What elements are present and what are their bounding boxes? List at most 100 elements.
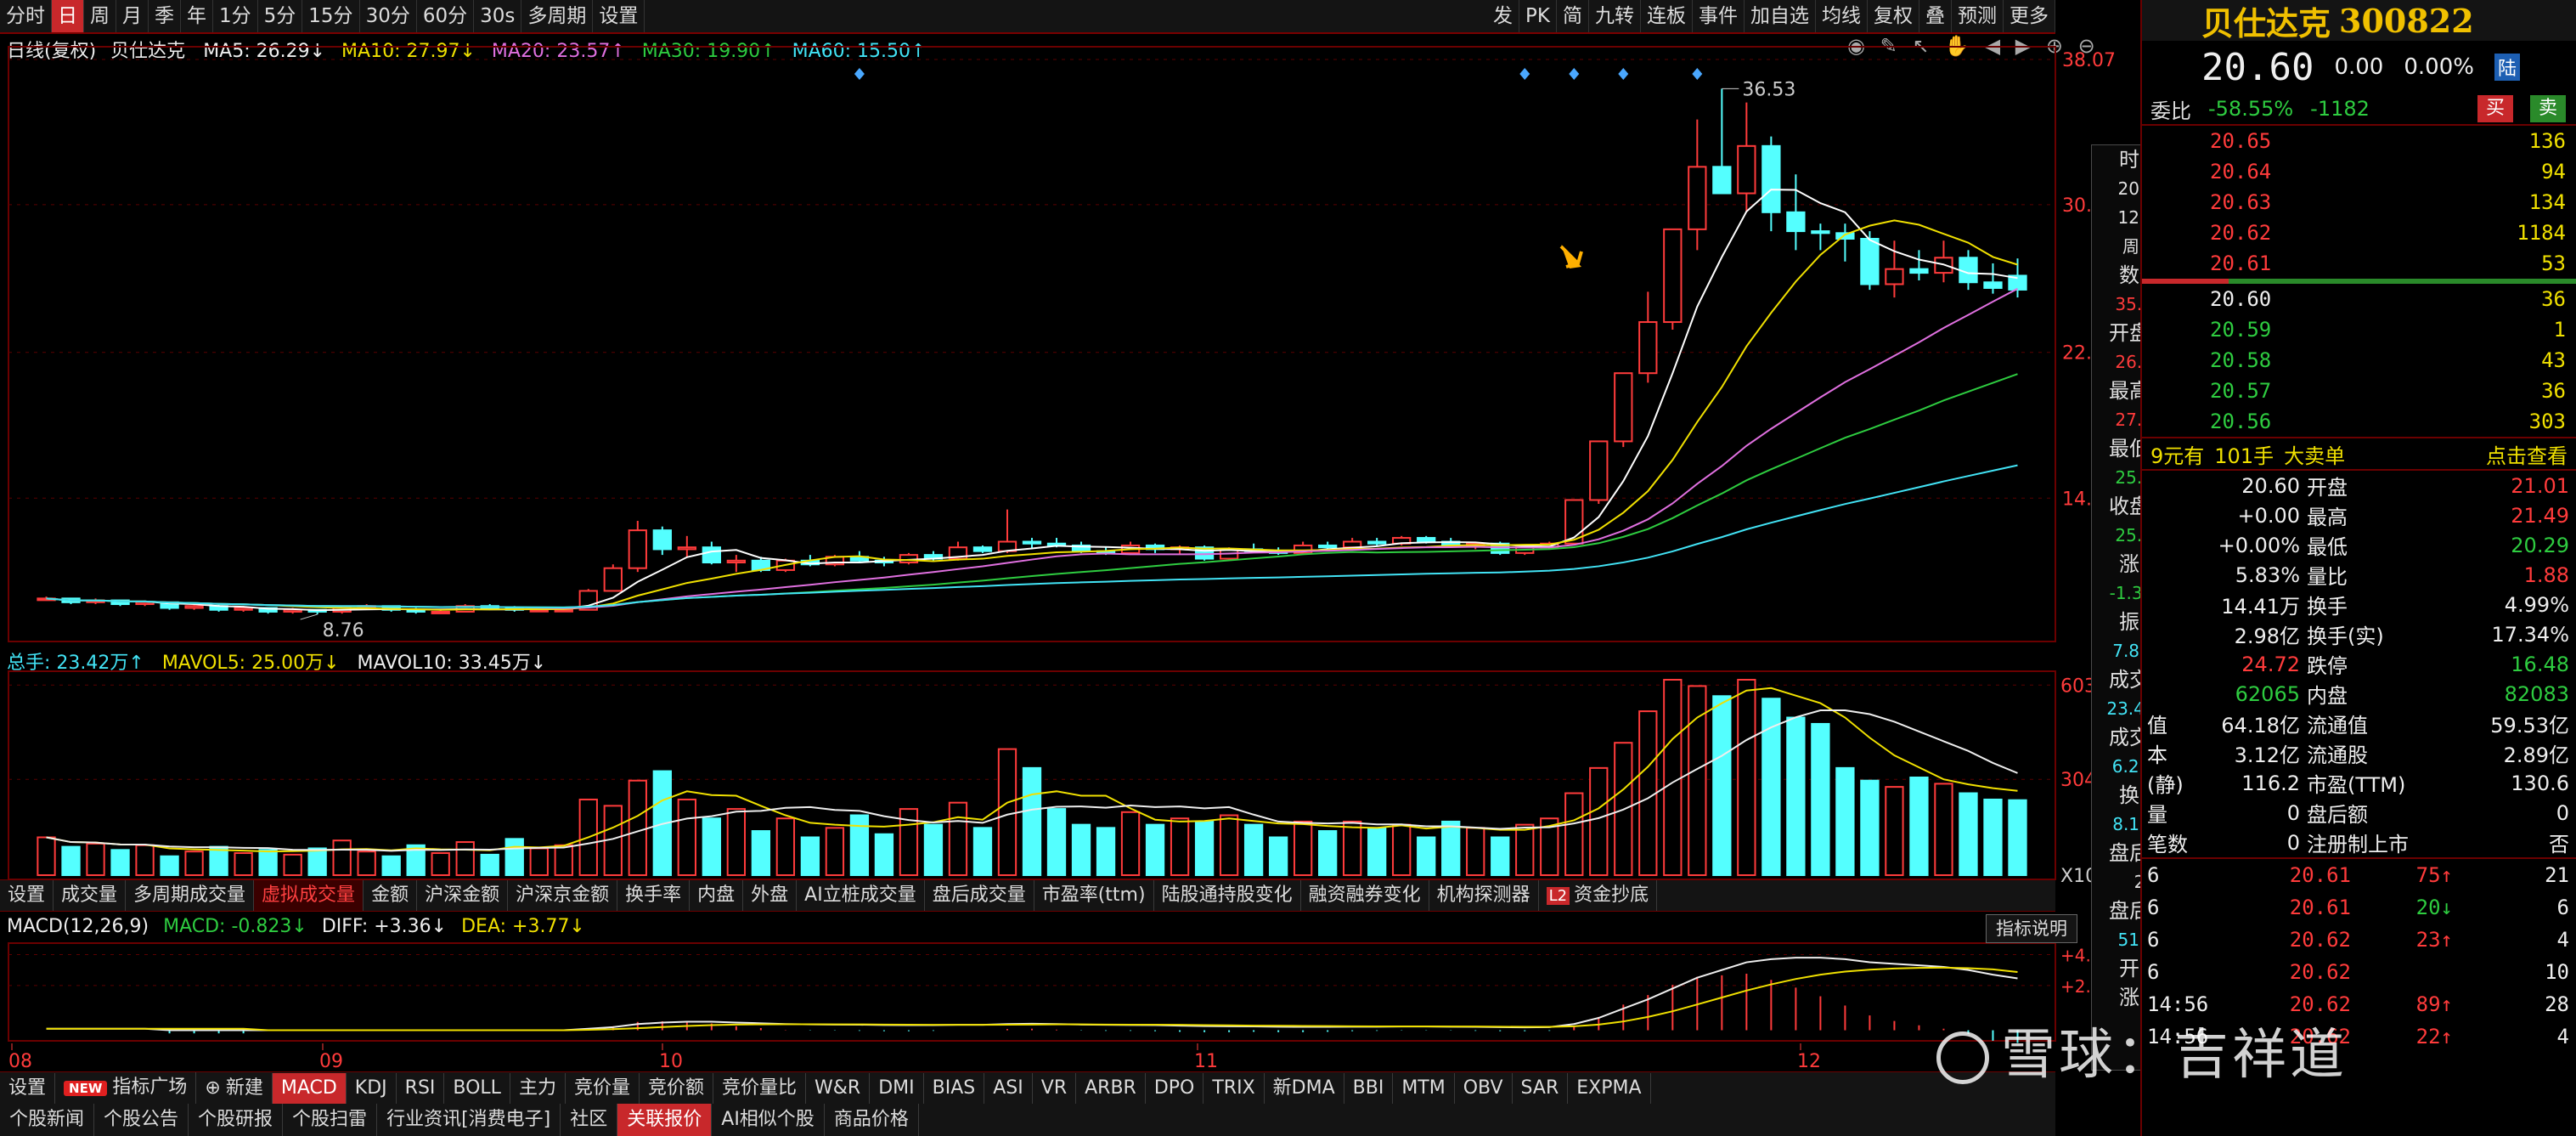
volume-bar[interactable] xyxy=(751,830,771,876)
candle-body[interactable] xyxy=(628,529,647,569)
indicator-tab[interactable]: 内盘 xyxy=(690,880,744,911)
indicator-tab-2[interactable]: BBI xyxy=(1344,1072,1394,1104)
volume-bar[interactable] xyxy=(480,853,499,876)
candle-body[interactable] xyxy=(677,546,696,551)
volume-bar[interactable] xyxy=(1046,808,1067,877)
volume-bar[interactable] xyxy=(1638,710,1658,877)
volume-bar[interactable] xyxy=(135,844,155,876)
indicator-tab[interactable]: 金额 xyxy=(364,880,418,911)
volume-bar[interactable] xyxy=(529,847,549,876)
volume-bar[interactable] xyxy=(775,817,796,877)
indicator-tab[interactable]: 融资融券变化 xyxy=(1301,880,1429,911)
book-row[interactable]: 20.63 134 xyxy=(2142,187,2576,218)
indicator-tab[interactable]: 陆股通持股变化 xyxy=(1154,880,1301,911)
book-row[interactable]: 20.60 36 xyxy=(2142,284,2576,314)
candle-body[interactable] xyxy=(184,605,204,609)
news-tab[interactable]: 个股新闻 xyxy=(0,1104,95,1136)
candle-body[interactable] xyxy=(1959,257,1978,284)
indicator-help-button[interactable]: 指标说明 xyxy=(1986,914,2077,943)
volume-bar[interactable] xyxy=(800,836,820,877)
volume-bar[interactable] xyxy=(61,845,81,877)
volume-bar[interactable] xyxy=(1441,820,1461,877)
indicator-tab-2[interactable]: 主力 xyxy=(510,1072,566,1104)
indicator-tab-2[interactable]: ⊕ 新建 xyxy=(196,1072,273,1104)
indicator-tab-2[interactable]: ASI xyxy=(984,1072,1033,1104)
event-diamond-icon[interactable] xyxy=(1569,68,1580,80)
indicator-tab-2[interactable]: OBV xyxy=(1455,1072,1513,1104)
volume-bar[interactable] xyxy=(1515,823,1535,876)
indicator-tab-2[interactable]: NEW 指标广场 xyxy=(55,1072,197,1104)
book-row[interactable]: 20.59 1 xyxy=(2142,314,2576,345)
sell-button[interactable]: 卖 xyxy=(2529,95,2566,122)
indicator-tab[interactable]: 成交量 xyxy=(54,880,127,911)
news-tab[interactable]: 个股扫雷 xyxy=(283,1104,378,1136)
indicator-tab-2[interactable]: SAR xyxy=(1513,1072,1569,1104)
candle-body[interactable] xyxy=(899,554,919,564)
indicator-tab-2[interactable]: 竞价量比 xyxy=(713,1072,807,1104)
volume-bar[interactable] xyxy=(1934,783,1953,877)
volume-bar[interactable] xyxy=(37,836,56,877)
volume-bar[interactable] xyxy=(307,847,327,876)
volume-bar[interactable] xyxy=(1491,836,1510,877)
volume-bar[interactable] xyxy=(1268,836,1288,877)
book-row[interactable]: 20.62 1184 xyxy=(2142,218,2576,248)
candle-body[interactable] xyxy=(1909,268,1929,274)
event-diamond-icon[interactable] xyxy=(1692,68,1703,80)
candle-body[interactable] xyxy=(1663,228,1683,324)
volume-bar[interactable] xyxy=(948,801,968,877)
indicator-tab[interactable]: L2 资金抄底 xyxy=(1539,880,1658,911)
candle-body[interactable] xyxy=(431,610,450,614)
event-diamond-icon[interactable] xyxy=(854,68,865,80)
volume-bar[interactable] xyxy=(1170,817,1190,877)
news-tab[interactable]: 个股研报 xyxy=(189,1104,284,1136)
indicator-tab-2[interactable]: TRIX xyxy=(1203,1072,1265,1104)
volume-bar[interactable] xyxy=(1392,823,1412,876)
news-tab[interactable]: 关联报价 xyxy=(617,1104,713,1136)
indicator-tab-2[interactable]: MTM xyxy=(1393,1072,1455,1104)
indicator-tab[interactable]: 设置 xyxy=(0,880,54,911)
volume-bar[interactable] xyxy=(332,839,352,876)
volume-bar[interactable] xyxy=(1885,786,1904,876)
volume-bar[interactable] xyxy=(677,798,696,876)
candle-body[interactable] xyxy=(1417,537,1436,543)
indicator-tab[interactable]: 市盈率(ttm) xyxy=(1034,880,1154,911)
candle-body[interactable] xyxy=(1614,372,1633,443)
candle-body[interactable] xyxy=(1786,211,1806,233)
candle-body[interactable] xyxy=(234,607,253,611)
volume-bar[interactable] xyxy=(381,855,401,877)
book-row[interactable]: 20.57 36 xyxy=(2142,376,2576,406)
news-tab[interactable]: AI相似个股 xyxy=(712,1104,825,1136)
volume-bar[interactable] xyxy=(110,849,130,876)
indicator-tab-2[interactable]: BOLL xyxy=(444,1072,510,1104)
volume-bar[interactable] xyxy=(1145,823,1165,876)
candle-body[interactable] xyxy=(1367,540,1387,545)
indicator-tab-2[interactable]: 竞价额 xyxy=(640,1072,713,1104)
volume-bar[interactable] xyxy=(1317,830,1338,876)
volume-bar[interactable] xyxy=(1909,777,1929,876)
volume-bar[interactable] xyxy=(972,827,993,877)
volume-bar[interactable] xyxy=(1983,798,2003,876)
candle-body[interactable] xyxy=(652,529,672,551)
indicator-tab[interactable]: 换手率 xyxy=(617,880,691,911)
candle-body[interactable] xyxy=(1885,268,1904,285)
volume-bar[interactable] xyxy=(874,833,894,876)
indicator-tab-2[interactable]: EXPMA xyxy=(1568,1072,1651,1104)
volume-bar[interactable] xyxy=(1367,827,1387,877)
volume-bar[interactable] xyxy=(234,852,253,877)
indicator-tab[interactable]: 机构探测器 xyxy=(1429,880,1539,911)
volume-bar[interactable] xyxy=(1343,820,1362,877)
volume-bar[interactable] xyxy=(184,851,204,877)
indicator-tab[interactable]: 外盘 xyxy=(743,880,798,911)
news-tab[interactable]: 社区 xyxy=(561,1104,618,1136)
volume-bar[interactable] xyxy=(1243,823,1264,876)
candle-body[interactable] xyxy=(702,546,721,564)
candle-body[interactable] xyxy=(1343,540,1362,549)
view-big-order-link[interactable]: 点击查看 xyxy=(2486,439,2568,469)
indicator-tab-2[interactable]: 设置 xyxy=(0,1072,56,1104)
volume-bar[interactable] xyxy=(825,827,845,877)
indicator-tab-2[interactable]: KDJ xyxy=(347,1072,397,1104)
book-row[interactable]: 20.58 43 xyxy=(2142,345,2576,376)
volume-bar[interactable] xyxy=(1835,766,1855,877)
candle-body[interactable] xyxy=(1737,144,1756,195)
news-tab[interactable]: 个股公告 xyxy=(94,1104,189,1136)
